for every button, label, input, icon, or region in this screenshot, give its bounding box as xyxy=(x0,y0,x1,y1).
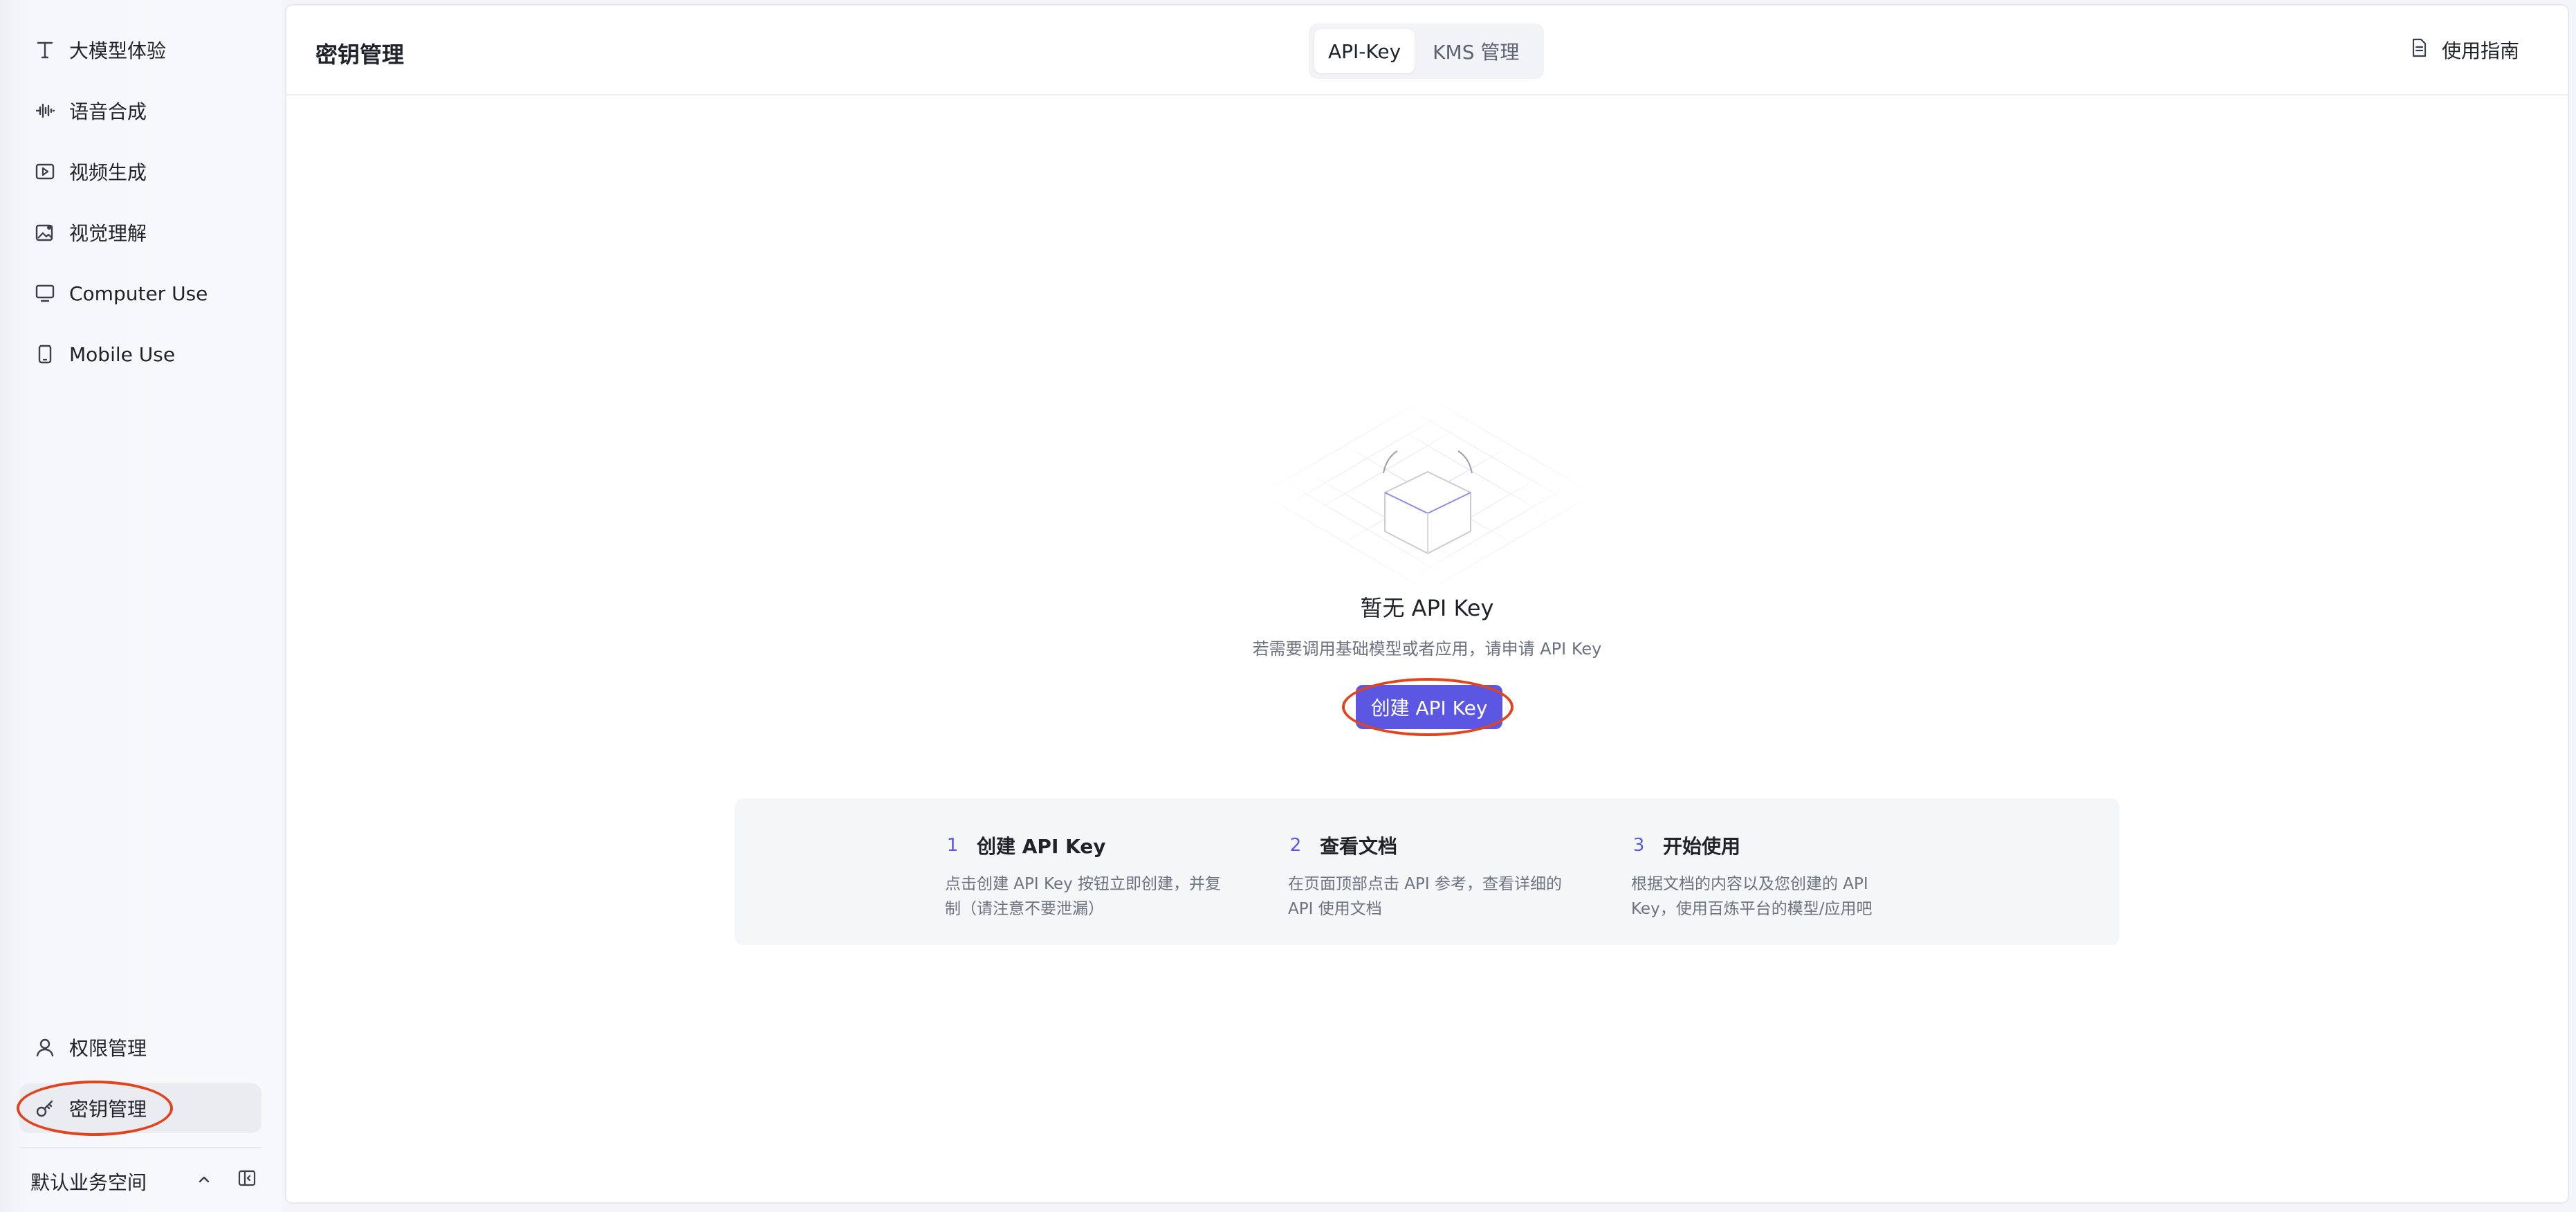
sidebar-item-label: Mobile Use xyxy=(69,342,176,366)
step-title: 开始使用 xyxy=(1663,835,1741,858)
sidebar-item-video-generation[interactable]: 视频生成 xyxy=(19,147,261,196)
step-title: 查看文档 xyxy=(1320,835,1398,858)
sidebar-item-label: 视频生成 xyxy=(69,161,147,184)
sidebar-item-label: Computer Use xyxy=(69,282,208,305)
tab-kms-management[interactable]: KMS 管理 xyxy=(1419,29,1533,73)
sidebar-item-visual-understanding[interactable]: 视觉理解 xyxy=(19,208,261,257)
step-item: 3 开始使用 根据文档的内容以及您创建的 API Key，使用百炼平台的模型/应… xyxy=(1631,832,1908,921)
image-icon xyxy=(33,221,57,244)
sidebar-item-label: 视觉理解 xyxy=(69,222,147,245)
main-panel: 密钥管理 API-Key KMS 管理 使用指南 暂无 API Key 若需要调… xyxy=(285,4,2569,1204)
create-api-key-button[interactable]: 创建 API Key xyxy=(1356,685,1502,729)
empty-state-title: 暂无 API Key xyxy=(1360,595,1494,621)
header: 密钥管理 API-Key KMS 管理 使用指南 xyxy=(286,6,2568,95)
video-icon xyxy=(33,160,57,183)
usage-guide-label: 使用指南 xyxy=(2441,39,2519,62)
sidebar-item-label: 密钥管理 xyxy=(69,1098,147,1121)
collapse-sidebar-icon[interactable] xyxy=(237,1168,257,1193)
steps-card: 1 创建 API Key 点击创建 API Key 按钮立即创建，并复制（请注意… xyxy=(735,798,2119,945)
key-icon xyxy=(33,1096,57,1120)
sidebar-item-key-management[interactable]: 密钥管理 xyxy=(19,1083,261,1133)
sidebar-item-mobile-use[interactable]: Mobile Use xyxy=(19,329,261,379)
tab-api-key[interactable]: API-Key xyxy=(1314,29,1415,73)
workspace-name: 默认业务空间 xyxy=(30,1171,147,1194)
step-description: 根据文档的内容以及您创建的 API Key，使用百炼平台的模型/应用吧 xyxy=(1631,875,1873,918)
mobile-icon xyxy=(33,342,57,366)
workspace-switcher[interactable]: 默认业务空间 xyxy=(30,1166,259,1197)
tab-group: API-Key KMS 管理 xyxy=(1309,24,1544,79)
sidebar-item-speech-synthesis[interactable]: 语音合成 xyxy=(19,86,261,136)
usage-guide-link[interactable]: 使用指南 xyxy=(2409,36,2519,64)
divider xyxy=(19,1147,261,1148)
sidebar-item-label: 语音合成 xyxy=(69,100,147,123)
sidebar-item-computer-use[interactable]: Computer Use xyxy=(19,268,261,318)
user-icon xyxy=(33,1036,57,1059)
step-item: 2 查看文档 在页面顶部点击 API 参考，查看详细的 API 使用文档 xyxy=(1288,832,1565,921)
step-item: 1 创建 API Key 点击创建 API Key 按钮立即创建，并复制（请注意… xyxy=(945,832,1222,921)
step-number: 1 xyxy=(946,835,959,856)
step-number: 2 xyxy=(1289,835,1302,856)
sidebar: 大模型体验 语音合成 视频生成 视觉理解 Computer Use Mobile… xyxy=(0,0,282,1212)
sidebar-item-label: 大模型体验 xyxy=(69,39,167,62)
sidebar-item-permission-management[interactable]: 权限管理 xyxy=(19,1022,261,1072)
sidebar-item-label: 权限管理 xyxy=(69,1037,147,1060)
step-description: 在页面顶部点击 API 参考，查看详细的 API 使用文档 xyxy=(1288,875,1563,918)
waveform-icon xyxy=(33,99,57,122)
step-title: 创建 API Key xyxy=(977,835,1106,858)
page-title: 密钥管理 xyxy=(315,42,405,68)
monitor-icon xyxy=(33,282,57,305)
step-number: 3 xyxy=(1632,835,1645,856)
chevron-up-icon[interactable] xyxy=(194,1169,214,1195)
step-description: 点击创建 API Key 按钮立即创建，并复制（请注意不要泄漏） xyxy=(945,875,1222,918)
document-icon xyxy=(2409,37,2429,63)
empty-state-description: 若需要调用基础模型或者应用，请申请 API Key xyxy=(1252,639,1602,659)
sidebar-item-llm-experience[interactable]: 大模型体验 xyxy=(19,25,261,75)
empty-box-illustration xyxy=(1260,396,1595,591)
text-icon xyxy=(33,38,57,62)
